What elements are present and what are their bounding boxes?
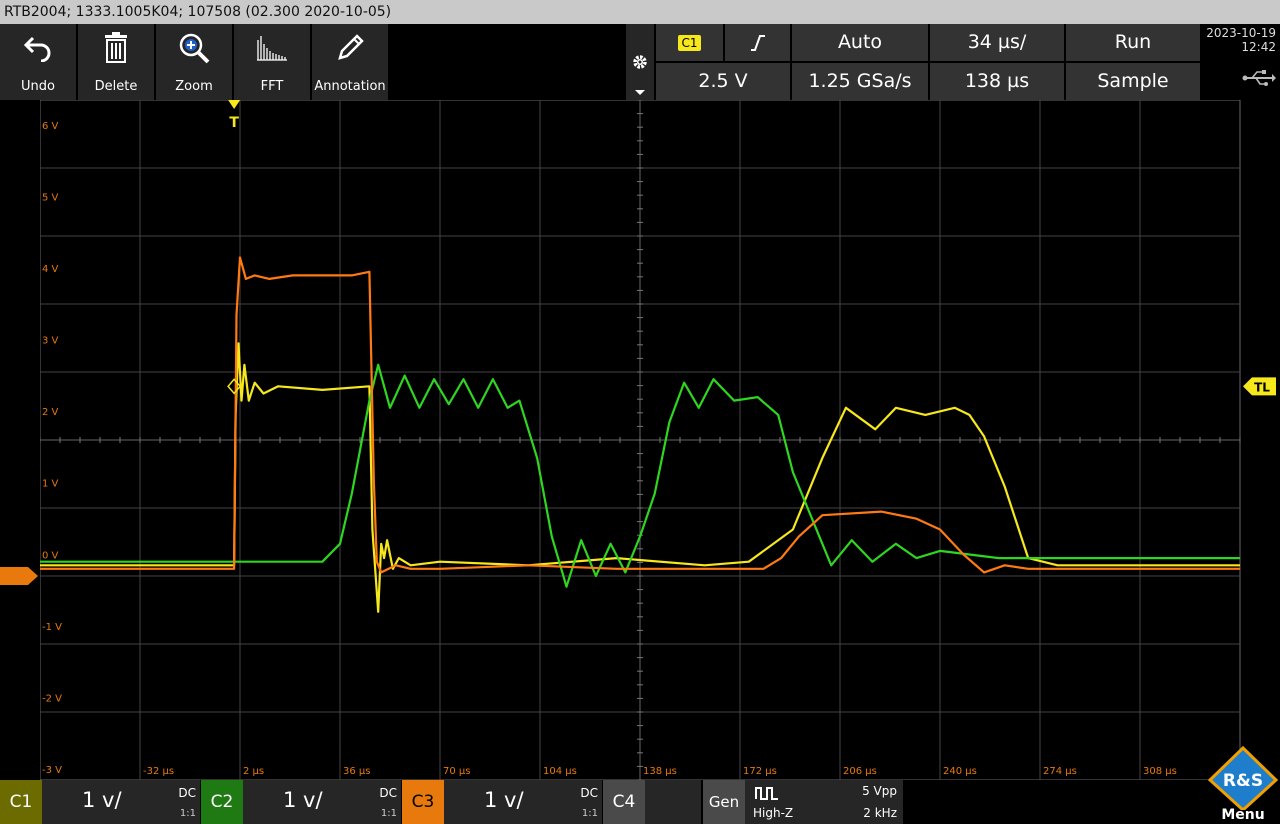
generator-impedance: High-Z [753,806,794,820]
channel-c2-label: C2 [201,780,243,824]
channel-c3-label: C3 [402,780,444,824]
zoom-label: Zoom [175,79,213,94]
channel-c1-coupling: DC [178,786,196,800]
channel-c4-label: C4 [603,780,645,824]
fft-icon [257,36,287,61]
pencil-icon [338,34,364,60]
trigger-level-cell[interactable]: 2.5 V [656,63,790,100]
undo-icon [23,36,51,62]
trigger-marker-label: T [229,115,239,131]
channel-c2-coupling: DC [379,786,397,800]
y-tick-label: 3 V [42,336,59,347]
sample-rate-cell[interactable]: 1.25 GSa/s [792,63,928,100]
channel-c1-label: C1 [0,780,42,824]
x-tick-label: 36 µs [343,766,370,777]
time-text: 12:42 [1241,40,1276,54]
generator-amplitude: 5 Vpp [862,784,897,798]
usb-icon [1242,70,1276,86]
channel-c3-tab[interactable]: C3 1 v/ DC 1:1 [402,780,602,824]
channel-c3-scale: 1 v/ [484,788,524,812]
acquisition-mode-cell[interactable]: Sample [1066,63,1200,100]
channel-c2-scale: 1 v/ [283,788,323,812]
datetime-display: 2023-10-19 12:42 [1204,24,1280,100]
rs-logo: R&S [1207,745,1279,810]
channel-c2-probe: 1:1 [380,808,397,819]
generator-tab[interactable]: Gen High-Z 5 Vpp 2 kHz [703,780,903,824]
date-text: 2023-10-19 [1206,26,1276,40]
delete-button[interactable]: Delete [78,24,155,100]
ground-marker-shape [0,567,38,585]
x-tick-label: 104 µs [543,766,577,777]
x-tick-label: -32 µs [143,766,174,777]
ground-marker-c3[interactable] [0,567,40,585]
trigger-level-label: TL [1254,380,1270,394]
channel-c4-tab[interactable]: C4 [603,780,701,824]
generator-label: Gen [703,780,745,824]
channel-c2-body: 1 v/ DC 1:1 [243,780,401,824]
channel-bar: C1 1 v/ DC 1:1 C2 1 v/ DC 1:1 C3 1 v/ DC… [0,780,1280,824]
y-tick-label: 0 V [42,550,59,561]
delete-label: Delete [94,79,138,94]
x-tick-label: 70 µs [443,766,470,777]
x-tick-label: 308 µs [1143,766,1177,777]
trigger-source-badge: C1 [678,34,701,51]
x-tick-label: 206 µs [843,766,877,777]
fft-label: FFT [260,79,284,94]
x-tick-label: 172 µs [743,766,777,777]
channel-c1-tab[interactable]: C1 1 v/ DC 1:1 [0,780,200,824]
undo-label: Undo [21,79,55,94]
window-title: RTB2004; 1333.1005K04; 107508 (02.300 20… [0,0,1280,24]
time-div-cell[interactable]: 34 µs/ [930,24,1064,61]
undo-button[interactable]: Undo [0,24,77,100]
gear-icon [633,55,647,69]
run-state-cell[interactable]: Run [1066,24,1200,61]
channel-c1-body: 1 v/ DC 1:1 [42,780,200,824]
annotation-label: Annotation [314,79,386,94]
channel-c4-body [645,780,701,824]
channel-c2-tab[interactable]: C2 1 v/ DC 1:1 [201,780,401,824]
channel-c3-body: 1 v/ DC 1:1 [444,780,602,824]
x-tick-label: 138 µs [643,766,677,777]
record-length-cell[interactable]: 138 µs [930,63,1064,100]
waveform-plot[interactable]: 6 V 5 V 4 V 3 V 2 V 1 V 0 V -1 V -2 V -3 V -32 µs… [40,100,1280,780]
y-tick-label: -2 V [42,693,62,704]
channel-c1-probe: 1:1 [179,808,196,819]
channel-c3-coupling: DC [580,786,598,800]
y-tick-label: -3 V [42,765,62,776]
y-tick-label: 2 V [42,407,59,418]
annotation-button[interactable]: Annotation [312,24,389,100]
zoom-button[interactable]: Zoom [156,24,233,100]
settings-menu-button[interactable] [626,24,654,100]
rs-logo-text: R&S [1223,771,1263,791]
square-wave-icon [755,787,778,800]
y-tick-label: 4 V [42,264,59,275]
rising-edge-icon [751,35,765,51]
trash-icon [105,32,127,63]
generator-frequency: 2 kHz [863,806,897,820]
menu-label: Menu [1221,807,1265,823]
y-tick-label: 5 V [42,192,59,203]
trigger-slope-cell[interactable] [725,24,790,61]
y-tick-label: 6 V [42,121,59,132]
fft-button[interactable]: FFT [234,24,311,100]
y-tick-label: 1 V [42,479,59,490]
trigger-source-cell[interactable]: C1 [656,24,723,61]
trigger-mode-cell[interactable]: Auto [792,24,928,61]
x-tick-label: 2 µs [243,766,264,777]
x-tick-label: 240 µs [943,766,977,777]
channel-c1-scale: 1 v/ [82,788,122,812]
zoom-icon [179,33,210,64]
chevron-down-icon [635,90,645,95]
menu-button[interactable]: R&S Menu [1206,744,1280,824]
channel-c3-probe: 1:1 [581,808,598,819]
x-tick-label: 274 µs [1043,766,1077,777]
y-tick-label: -1 V [42,622,62,633]
